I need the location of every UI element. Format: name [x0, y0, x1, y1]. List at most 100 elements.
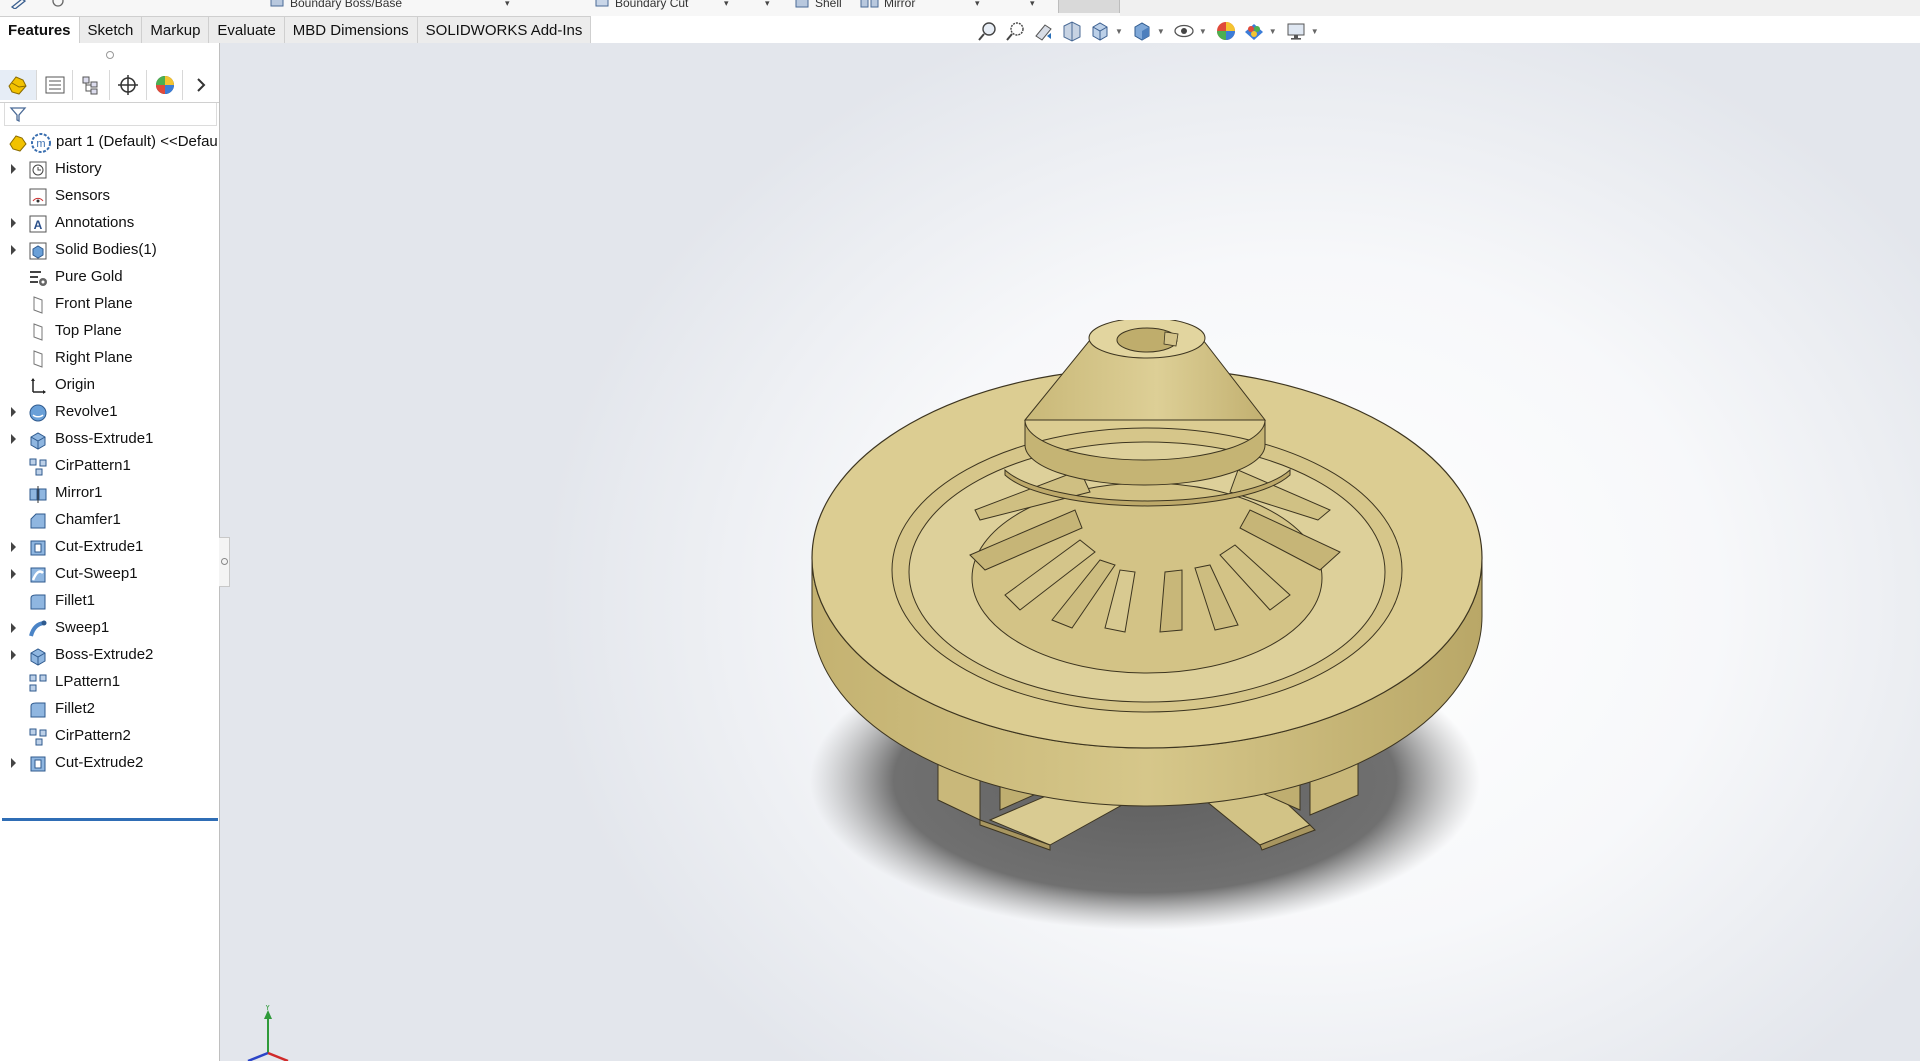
- tree-item-sensors[interactable]: Sensors: [0, 183, 219, 210]
- chevron-down-icon[interactable]: ▾: [765, 0, 770, 9]
- chevron-down-icon[interactable]: ▼: [1115, 27, 1123, 36]
- view-settings-icon[interactable]: [1283, 19, 1309, 43]
- panel-collapse-handle[interactable]: [219, 537, 230, 587]
- propertymanager-icon[interactable]: [37, 70, 74, 100]
- tree-item-boss-extrude2[interactable]: Boss-Extrude2: [0, 642, 219, 669]
- tab-evaluate[interactable]: Evaluate: [209, 16, 285, 45]
- tree-item-cut-sweep1[interactable]: Cut-Sweep1: [0, 561, 219, 588]
- toolbar-pressed-button[interactable]: [1058, 0, 1120, 13]
- rollback-bar[interactable]: [2, 818, 218, 821]
- tree-item-sweep1[interactable]: Sweep1: [0, 615, 219, 642]
- tree-item-label: Solid Bodies(1): [55, 241, 157, 258]
- material-icon: [28, 268, 48, 288]
- tree-item-pure-gold[interactable]: Pure Gold: [0, 264, 219, 291]
- tree-item-annotations[interactable]: A Annotations: [0, 210, 219, 237]
- chevron-down-icon[interactable]: ▾: [724, 0, 729, 9]
- expand-arrow-icon[interactable]: [11, 623, 16, 633]
- chevron-right-icon[interactable]: [183, 70, 219, 100]
- tree-item-front-plane[interactable]: Front Plane: [0, 291, 219, 318]
- reference-triad: Y: [247, 1005, 289, 1061]
- circular-pattern-icon: [28, 457, 48, 477]
- edit-appearance-icon[interactable]: [1213, 19, 1239, 43]
- shell-icon: [795, 0, 809, 8]
- chevron-down-icon[interactable]: ▼: [1311, 27, 1319, 36]
- zoom-to-area-icon[interactable]: [1003, 19, 1029, 43]
- tree-item-cut-extrude2[interactable]: Cut-Extrude2: [0, 750, 219, 777]
- zoom-to-fit-icon[interactable]: [975, 19, 1001, 43]
- chevron-down-icon[interactable]: ▾: [1030, 0, 1035, 9]
- tab-features[interactable]: Features: [0, 16, 80, 45]
- tree-filter[interactable]: [4, 103, 217, 126]
- sweep-icon: [28, 619, 48, 639]
- tree-item-right-plane[interactable]: Right Plane: [0, 345, 219, 372]
- tab-solidworks-add-ins[interactable]: SOLIDWORKS Add-Ins: [417, 16, 592, 45]
- tree-item-cirpattern2[interactable]: CirPattern2: [0, 723, 219, 750]
- apply-scene-icon[interactable]: [1241, 19, 1267, 43]
- tree-item-cut-extrude1[interactable]: Cut-Extrude1: [0, 534, 219, 561]
- shell-button[interactable]: Shell: [795, 0, 842, 10]
- tree-item-mirror1[interactable]: Mirror1: [0, 480, 219, 507]
- command-manager-strip: Boundary Boss/Base ▾ Boundary Cut ▾ ▾ Sh…: [0, 0, 1920, 16]
- tree-item-label: Top Plane: [55, 322, 122, 339]
- featuremanager-tree-icon[interactable]: [0, 70, 37, 100]
- displaymanager-icon[interactable]: [147, 70, 184, 100]
- tab-mbd-dimensions[interactable]: MBD Dimensions: [284, 16, 418, 45]
- tree-item-fillet2[interactable]: Fillet2: [0, 696, 219, 723]
- gear-icon[interactable]: [50, 0, 66, 9]
- expand-arrow-icon[interactable]: [11, 434, 16, 444]
- sketch-tool-icon[interactable]: [10, 0, 28, 9]
- tab-sketch[interactable]: Sketch: [79, 16, 143, 45]
- cut-extrude-icon: [28, 538, 48, 558]
- boundary-boss-base-button[interactable]: Boundary Boss/Base: [270, 0, 402, 10]
- circular-pattern-icon: [28, 727, 48, 747]
- shell-label: Shell: [815, 0, 842, 10]
- tree-root-part[interactable]: m part 1 (Default) <<Defau: [0, 129, 219, 156]
- expand-arrow-icon[interactable]: [11, 245, 16, 255]
- mirror-button[interactable]: Mirror: [860, 0, 915, 10]
- fillet-icon: [28, 700, 48, 720]
- configuration-icon: m: [31, 133, 51, 153]
- chevron-down-icon[interactable]: ▾: [505, 0, 510, 9]
- expand-arrow-icon[interactable]: [11, 164, 16, 174]
- display-style-icon[interactable]: [1129, 19, 1155, 43]
- tree-item-top-plane[interactable]: Top Plane: [0, 318, 219, 345]
- part-model[interactable]: [790, 320, 1510, 960]
- tree-item-label: Cut-Sweep1: [55, 565, 138, 582]
- tree-item-label: Fillet2: [55, 700, 96, 717]
- boundary-boss-icon: [270, 0, 284, 7]
- hide-show-items-icon[interactable]: [1171, 19, 1197, 43]
- origin-icon: [28, 376, 48, 396]
- expand-arrow-icon[interactable]: [11, 542, 16, 552]
- chevron-down-icon[interactable]: ▼: [1199, 27, 1207, 36]
- tree-item-chamfer1[interactable]: Chamfer1: [0, 507, 219, 534]
- expand-arrow-icon[interactable]: [11, 218, 16, 228]
- expand-arrow-icon[interactable]: [11, 407, 16, 417]
- panel-grip-handle[interactable]: [106, 51, 114, 59]
- filter-icon[interactable]: [9, 105, 27, 123]
- expand-arrow-icon[interactable]: [11, 650, 16, 660]
- view-orientation-icon[interactable]: [1087, 19, 1113, 43]
- cut-extrude-icon: [28, 754, 48, 774]
- mirror-label: Mirror: [884, 0, 916, 10]
- tree-item-cirpattern1[interactable]: CirPattern1: [0, 453, 219, 480]
- tree-item-origin[interactable]: Origin: [0, 372, 219, 399]
- expand-arrow-icon[interactable]: [11, 569, 16, 579]
- tree-item-history[interactable]: History: [0, 156, 219, 183]
- expand-arrow-icon[interactable]: [11, 758, 16, 768]
- tree-item-solid-bodies-1[interactable]: Solid Bodies(1): [0, 237, 219, 264]
- dimxpertmanager-icon[interactable]: [110, 70, 147, 100]
- boundary-cut-button[interactable]: Boundary Cut: [595, 0, 688, 10]
- chevron-down-icon[interactable]: ▼: [1157, 27, 1165, 36]
- section-view-icon[interactable]: [1059, 19, 1085, 43]
- chevron-down-icon[interactable]: ▼: [1269, 27, 1277, 36]
- tree-item-fillet1[interactable]: Fillet1: [0, 588, 219, 615]
- history-icon: [28, 160, 48, 180]
- tree-item-boss-extrude1[interactable]: Boss-Extrude1: [0, 426, 219, 453]
- chevron-down-icon[interactable]: ▾: [975, 0, 980, 9]
- configurationmanager-icon[interactable]: [73, 70, 111, 100]
- triad-y-label: Y: [265, 1005, 271, 1012]
- previous-view-icon[interactable]: [1031, 19, 1057, 43]
- tab-markup[interactable]: Markup: [142, 16, 210, 45]
- tree-item-revolve1[interactable]: Revolve1: [0, 399, 219, 426]
- tree-item-lpattern1[interactable]: LPattern1: [0, 669, 219, 696]
